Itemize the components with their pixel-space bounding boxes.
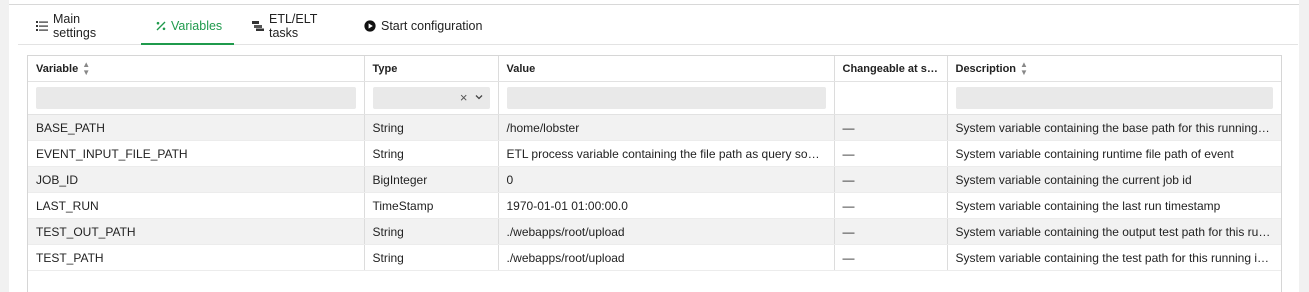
- changeable-filter-empty: [834, 81, 948, 115]
- variables-table: Variable ▲ ▼ Type Value Changeable at star…: [27, 55, 1282, 292]
- cell-variable: JOB_ID: [28, 166, 365, 193]
- cell-value: 1970-01-01 01:00:00.0: [498, 192, 835, 219]
- cell-type: String: [364, 244, 499, 271]
- column-header-type: Type: [364, 56, 499, 82]
- table-row[interactable]: BASE_PATH String /home/lobster — System …: [28, 114, 1281, 141]
- column-label: Changeable at start: [842, 62, 945, 75]
- cell-value: ./webapps/root/upload: [498, 218, 835, 245]
- cell-description: System variable containing the test path…: [947, 244, 1281, 271]
- sort-icon[interactable]: ▲ ▼: [1020, 60, 1028, 77]
- table-row[interactable]: TEST_OUT_PATH String ./webapps/root/uplo…: [28, 218, 1281, 245]
- cell-description: System variable containing the base path…: [947, 114, 1281, 141]
- tab-label: Main settings: [53, 12, 97, 40]
- play-icon: [364, 20, 376, 32]
- cell-type: String: [364, 218, 499, 245]
- cell-description: System variable containing the last run …: [947, 192, 1281, 219]
- cell-type: String: [364, 114, 499, 141]
- variable-filter-input[interactable]: [36, 87, 356, 109]
- column-label: Variable: [36, 62, 79, 75]
- value-filter-input[interactable]: [506, 87, 826, 109]
- table-row[interactable]: EVENT_INPUT_FILE_PATH String ETL process…: [28, 140, 1281, 167]
- cell-changeable: —: [834, 114, 948, 141]
- clear-icon[interactable]: ×: [460, 90, 468, 105]
- cell-type: String: [364, 140, 499, 167]
- table-row[interactable]: TEST_PATH String ./webapps/root/upload —…: [28, 244, 1281, 271]
- cell-type: TimeStamp: [364, 192, 499, 219]
- cell-variable: BASE_PATH: [28, 114, 365, 141]
- filter-row: ×: [28, 81, 1281, 115]
- cell-variable: TEST_OUT_PATH: [28, 218, 365, 245]
- table-row[interactable]: LAST_RUN TimeStamp 1970-01-01 01:00:00.0…: [28, 192, 1281, 219]
- cell-variable: EVENT_INPUT_FILE_PATH: [28, 140, 365, 167]
- tasks-icon: [252, 20, 264, 32]
- tab-label: Variables: [171, 19, 223, 33]
- table-row[interactable]: JOB_ID BigInteger 0 — System variable co…: [28, 166, 1281, 193]
- sort-icon[interactable]: ▲ ▼: [82, 60, 90, 77]
- tab-start-configuration[interactable]: Start configuration: [354, 8, 504, 44]
- tab-etl-elt-tasks[interactable]: ETL/ELT tasks: [234, 8, 354, 44]
- tab-label: ETL/ELT tasks: [269, 12, 318, 40]
- column-label: Description: [955, 62, 1017, 75]
- cell-type: BigInteger: [364, 166, 499, 193]
- cell-description: System variable containing the current j…: [947, 166, 1281, 193]
- column-header-changeable: Changeable at start: [834, 56, 948, 82]
- cell-variable: LAST_RUN: [28, 192, 365, 219]
- cell-variable: TEST_PATH: [28, 244, 365, 271]
- table-header-row: Variable ▲ ▼ Type Value Changeable at star…: [28, 56, 1281, 82]
- column-label: Type: [372, 62, 398, 75]
- cell-changeable: —: [834, 244, 948, 271]
- cell-changeable: —: [834, 166, 948, 193]
- divider: [9, 4, 1299, 5]
- chevron-down-icon[interactable]: [474, 91, 484, 105]
- type-filter-select[interactable]: ×: [372, 87, 490, 109]
- cell-value: ./webapps/root/upload: [498, 244, 835, 271]
- tab-label: Start configuration: [381, 19, 483, 33]
- cell-value: /home/lobster: [498, 114, 835, 141]
- cell-description: System variable containing the output te…: [947, 218, 1281, 245]
- column-header-description[interactable]: Description ▲ ▼: [947, 56, 1281, 82]
- column-label: Value: [506, 62, 536, 75]
- cell-value: ETL process variable containing the file…: [498, 140, 835, 167]
- tab-bar: Main settings Variables ETL/ELT tasks St…: [18, 8, 1298, 45]
- tab-main-settings[interactable]: Main settings: [18, 8, 141, 44]
- cell-value: 0: [498, 166, 835, 193]
- percent-icon: [156, 20, 166, 32]
- cell-changeable: —: [834, 140, 948, 167]
- tab-variables[interactable]: Variables: [141, 8, 234, 45]
- list-icon: [36, 20, 48, 32]
- cell-description: System variable containing runtime file …: [947, 140, 1281, 167]
- cell-changeable: —: [834, 192, 948, 219]
- cell-changeable: —: [834, 218, 948, 245]
- description-filter-input[interactable]: [955, 87, 1273, 109]
- column-header-value: Value: [498, 56, 835, 82]
- column-header-variable[interactable]: Variable ▲ ▼: [28, 56, 365, 82]
